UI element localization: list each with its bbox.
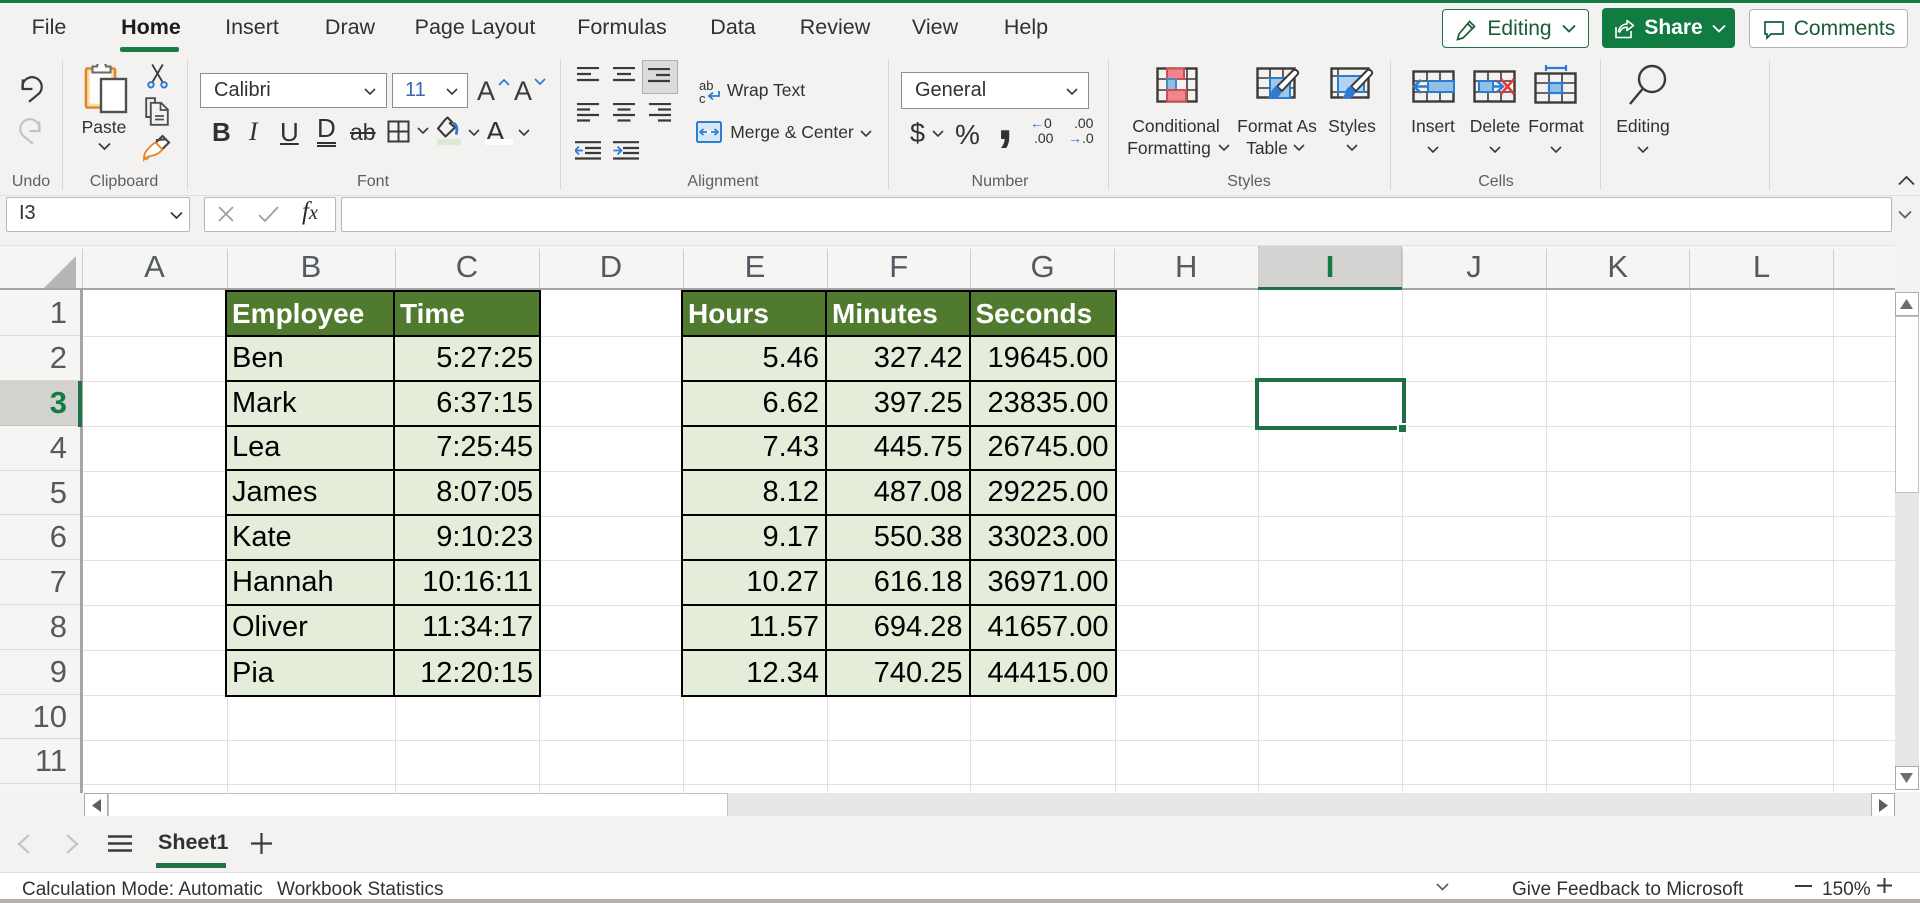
svg-text:c: c [699,91,706,104]
